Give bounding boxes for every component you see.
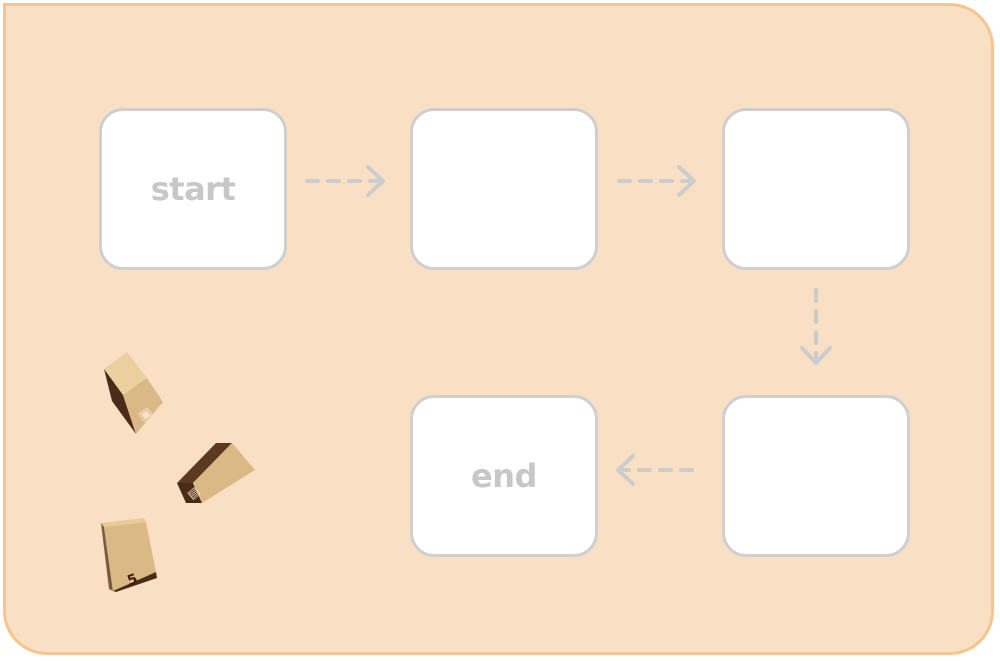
- slot-label-end: end: [471, 457, 537, 495]
- slot-2-empty[interactable]: [410, 108, 598, 270]
- slot-end[interactable]: end: [410, 395, 598, 557]
- slot-4-empty[interactable]: [722, 395, 910, 557]
- slot-start[interactable]: start: [99, 108, 287, 270]
- slot-label-start: start: [150, 170, 236, 208]
- slot-3-empty[interactable]: [722, 108, 910, 270]
